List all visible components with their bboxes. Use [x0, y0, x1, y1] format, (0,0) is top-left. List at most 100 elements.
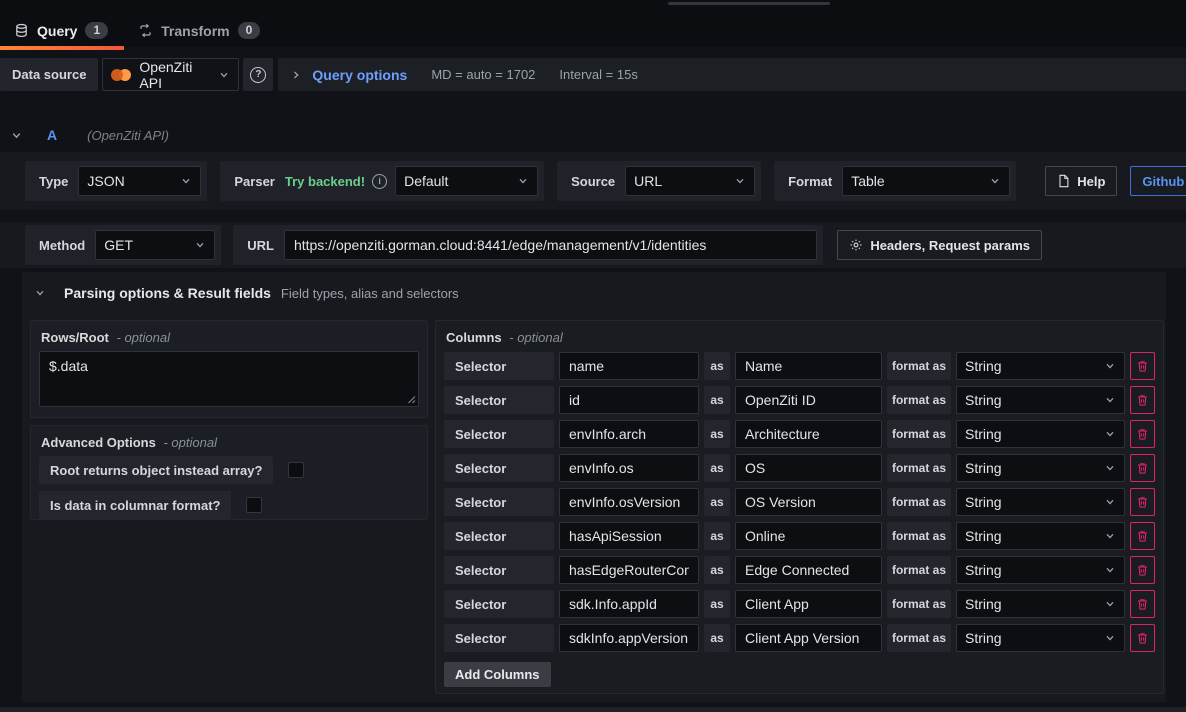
as-label: as [704, 488, 730, 516]
format-select[interactable]: String [956, 522, 1125, 550]
parser-select-value: Default [404, 173, 509, 189]
chevron-down-icon [989, 175, 1001, 187]
columns-title: Columns [446, 330, 502, 345]
query-editor-screen: Query 1 Transform 0 Data source [0, 0, 1186, 712]
parser-select[interactable]: Default [395, 166, 538, 196]
format-as-label: format as [887, 454, 951, 482]
format-select[interactable]: String [956, 420, 1125, 448]
datasource-picker[interactable]: OpenZiti API [102, 58, 239, 91]
chevron-down-icon [180, 175, 192, 187]
alias-input[interactable] [735, 590, 882, 618]
column-row: Selector as format as String [444, 386, 1155, 414]
selector-input[interactable] [559, 624, 699, 652]
format-select-value: String [965, 392, 1096, 408]
chevron-down-icon [1104, 428, 1116, 440]
source-select[interactable]: URL [625, 166, 755, 196]
columns-header: Columns - optional [444, 327, 1155, 349]
datasource-label: Data source [0, 58, 98, 91]
column-row: Selector as format as String [444, 556, 1155, 584]
alias-input[interactable] [735, 556, 882, 584]
format-select-value: String [965, 596, 1096, 612]
url-label: URL [237, 238, 284, 253]
pane-resize-handle[interactable] [668, 2, 830, 5]
format-select-value: String [965, 630, 1096, 646]
delete-column-button[interactable] [1130, 590, 1155, 618]
type-select[interactable]: JSON [78, 166, 201, 196]
alias-input[interactable] [735, 488, 882, 516]
tab-query[interactable]: Query 1 [0, 14, 124, 47]
delete-column-button[interactable] [1130, 420, 1155, 448]
headers-request-params-button[interactable]: Headers, Request params [837, 230, 1042, 260]
alias-input[interactable] [735, 352, 882, 380]
datasource-help-button[interactable]: ? [243, 58, 273, 91]
method-select-value: GET [104, 237, 186, 253]
format-select-value: String [965, 562, 1096, 578]
delete-column-button[interactable] [1130, 522, 1155, 550]
selector-input[interactable] [559, 420, 699, 448]
chevron-down-icon [194, 239, 206, 251]
delete-column-button[interactable] [1130, 624, 1155, 652]
format-label: Format [778, 174, 842, 189]
tab-transform[interactable]: Transform 0 [124, 14, 276, 47]
selector-label: Selector [444, 488, 554, 516]
delete-column-button[interactable] [1130, 488, 1155, 516]
advanced-option-row: Root returns object instead array? [39, 456, 419, 484]
format-as-label: format as [887, 522, 951, 550]
delete-column-button[interactable] [1130, 352, 1155, 380]
chevron-down-icon [1104, 632, 1116, 644]
advanced-options-header: Advanced Options - optional [31, 426, 427, 456]
method-select[interactable]: GET [95, 230, 215, 260]
format-select[interactable]: String [956, 556, 1125, 584]
as-label: as [704, 352, 730, 380]
chevron-right-icon[interactable] [290, 69, 302, 81]
selector-input[interactable] [559, 352, 699, 380]
format-as-label: format as [887, 624, 951, 652]
document-icon [1057, 174, 1070, 188]
format-select[interactable]: String [956, 590, 1125, 618]
alias-input[interactable] [735, 420, 882, 448]
selector-input[interactable] [559, 590, 699, 618]
help-button-label: Help [1077, 174, 1105, 189]
delete-column-button[interactable] [1130, 386, 1155, 414]
format-select[interactable]: String [956, 488, 1125, 516]
columnar-format-checkbox[interactable] [246, 497, 262, 513]
format-select[interactable]: Table [842, 166, 1010, 196]
query-options-link[interactable]: Query options [312, 67, 407, 83]
source-field-group: Source URL [557, 161, 761, 201]
rows-root-input[interactable]: $.data [39, 351, 419, 407]
selector-input[interactable] [559, 522, 699, 550]
alias-input[interactable] [735, 624, 882, 652]
parsing-section-header[interactable]: Parsing options & Result fields Field ty… [22, 272, 1166, 314]
github-button[interactable]: Github [1130, 166, 1186, 196]
query-row-header: A (OpenZiti API) [10, 120, 1166, 150]
source-label: Source [561, 174, 625, 189]
selector-label: Selector [444, 420, 554, 448]
selector-label: Selector [444, 352, 554, 380]
alias-input[interactable] [735, 454, 882, 482]
alias-input[interactable] [735, 386, 882, 414]
columns-rows: Selector as format as String Selector as… [444, 352, 1155, 652]
format-select-value: String [965, 460, 1096, 476]
url-field-group: URL [233, 225, 823, 265]
format-field-group: Format Table [774, 161, 1016, 201]
alias-input[interactable] [735, 522, 882, 550]
column-row: Selector as format as String [444, 352, 1155, 380]
selector-input[interactable] [559, 488, 699, 516]
as-label: as [704, 386, 730, 414]
delete-column-button[interactable] [1130, 454, 1155, 482]
format-select[interactable]: String [956, 624, 1125, 652]
delete-column-button[interactable] [1130, 556, 1155, 584]
selector-input[interactable] [559, 386, 699, 414]
add-columns-button[interactable]: Add Columns [444, 662, 551, 687]
help-button[interactable]: Help [1045, 166, 1117, 196]
root-returns-object-checkbox[interactable] [288, 462, 304, 478]
collapse-query-chevron-icon[interactable] [10, 129, 23, 142]
format-select[interactable]: String [956, 386, 1125, 414]
selector-input[interactable] [559, 556, 699, 584]
query-ref-id[interactable]: A [47, 127, 57, 143]
format-select[interactable]: String [956, 454, 1125, 482]
selector-input[interactable] [559, 454, 699, 482]
format-select[interactable]: String [956, 352, 1125, 380]
parsing-section-subtitle: Field types, alias and selectors [281, 286, 459, 301]
url-input[interactable] [284, 230, 817, 260]
